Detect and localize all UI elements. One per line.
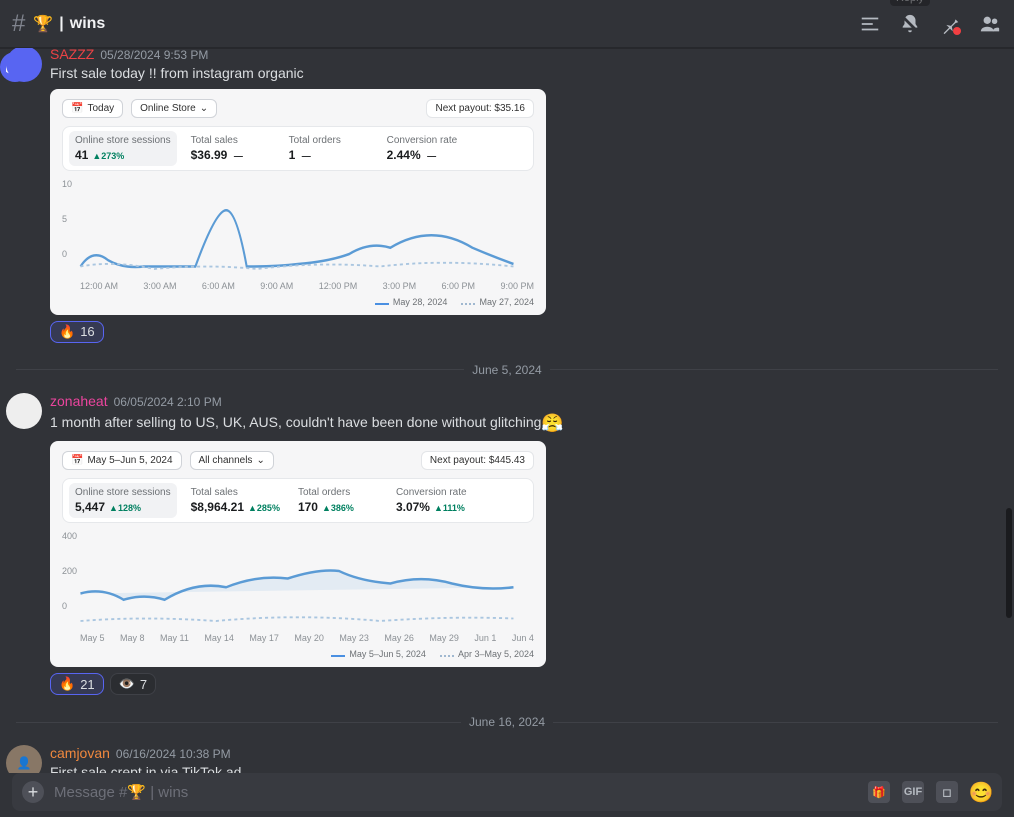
timestamp: 06/05/2024 2:10 PM — [114, 395, 222, 409]
avatar[interactable] — [6, 48, 42, 82]
timestamp: 05/28/2024 9:53 PM — [100, 48, 208, 62]
channel-pill: All channels ⌄ — [190, 451, 274, 470]
payout-pill: Next payout: $445.43 — [421, 451, 534, 470]
message-content: First sale today !! from instagram organ… — [50, 64, 998, 83]
date-divider: June 5, 2024 — [16, 363, 998, 377]
members-icon[interactable] — [978, 12, 1002, 36]
message: zonaheat 06/05/2024 2:10 PM 1 month after… — [0, 389, 1014, 703]
attachment-image[interactable]: 📅 Today Online Store ⌄ Next payout: $35.… — [50, 89, 546, 315]
username[interactable]: camjovan — [50, 745, 110, 761]
chart: 4002000 — [62, 531, 534, 631]
reaction[interactable]: 👁️7 — [110, 673, 156, 695]
date-pill: 📅 May 5–Jun 5, 2024 — [62, 451, 182, 470]
chart: 1050 — [62, 179, 534, 279]
pin-notification-dot — [953, 27, 961, 35]
threads-icon[interactable] — [858, 12, 882, 36]
message-input[interactable] — [54, 784, 858, 801]
timestamp: 06/16/2024 10:38 PM — [116, 747, 231, 761]
channel-title: 🏆 | wins — [33, 14, 105, 34]
username[interactable]: zonaheat — [50, 393, 108, 409]
avatar[interactable]: 👤 — [6, 745, 42, 773]
reaction[interactable]: 🔥16 — [50, 321, 104, 343]
notifications-icon[interactable]: Reply — [898, 12, 922, 36]
message-input-bar: + 🎁 GIF ◻ 😊 — [12, 773, 1002, 811]
hash-icon: # — [12, 10, 25, 38]
sticker-icon[interactable]: ◻ — [936, 781, 958, 803]
message-content: First sale crept in via TikTok ad. — [50, 763, 998, 773]
gift-icon[interactable]: 🎁 — [868, 781, 890, 803]
message-content: 1 month after selling to US, UK, AUS, co… — [50, 411, 998, 435]
channel-header: # 🏆 | wins Reply — [0, 0, 1014, 48]
scrollbar[interactable] — [1006, 508, 1012, 618]
reaction[interactable]: 🔥21 — [50, 673, 104, 695]
date-divider: June 16, 2024 — [16, 715, 998, 729]
trophy-icon: 🏆 — [33, 14, 53, 34]
avatar[interactable] — [6, 393, 42, 429]
attach-button[interactable]: + — [22, 781, 44, 803]
date-pill: 📅 Today — [62, 99, 123, 118]
payout-pill: Next payout: $35.16 — [426, 99, 534, 118]
emoji-angry: 😤 — [541, 413, 563, 433]
reply-tooltip: Reply — [890, 0, 930, 6]
message: SAZZZ 05/28/2024 9:53 PM First sale today… — [0, 48, 1014, 351]
username[interactable]: SAZZZ — [50, 48, 94, 62]
message-list: SAZZZ 05/28/2024 9:53 PM First sale today… — [0, 48, 1014, 773]
stats-row: Online store sessions41▲273% Total sales… — [62, 126, 534, 171]
pins-icon[interactable] — [938, 12, 962, 36]
message: 👤 camjovan 06/16/2024 10:38 PM First sale… — [0, 741, 1014, 773]
channel-pill: Online Store ⌄ — [131, 99, 217, 118]
stats-row: Online store sessions5,447▲128% Total sa… — [62, 478, 534, 523]
attachment-image[interactable]: 📅 May 5–Jun 5, 2024 All channels ⌄ Next … — [50, 441, 546, 667]
gif-button[interactable]: GIF — [902, 781, 924, 803]
emoji-picker-icon[interactable]: 😊 — [970, 781, 992, 803]
